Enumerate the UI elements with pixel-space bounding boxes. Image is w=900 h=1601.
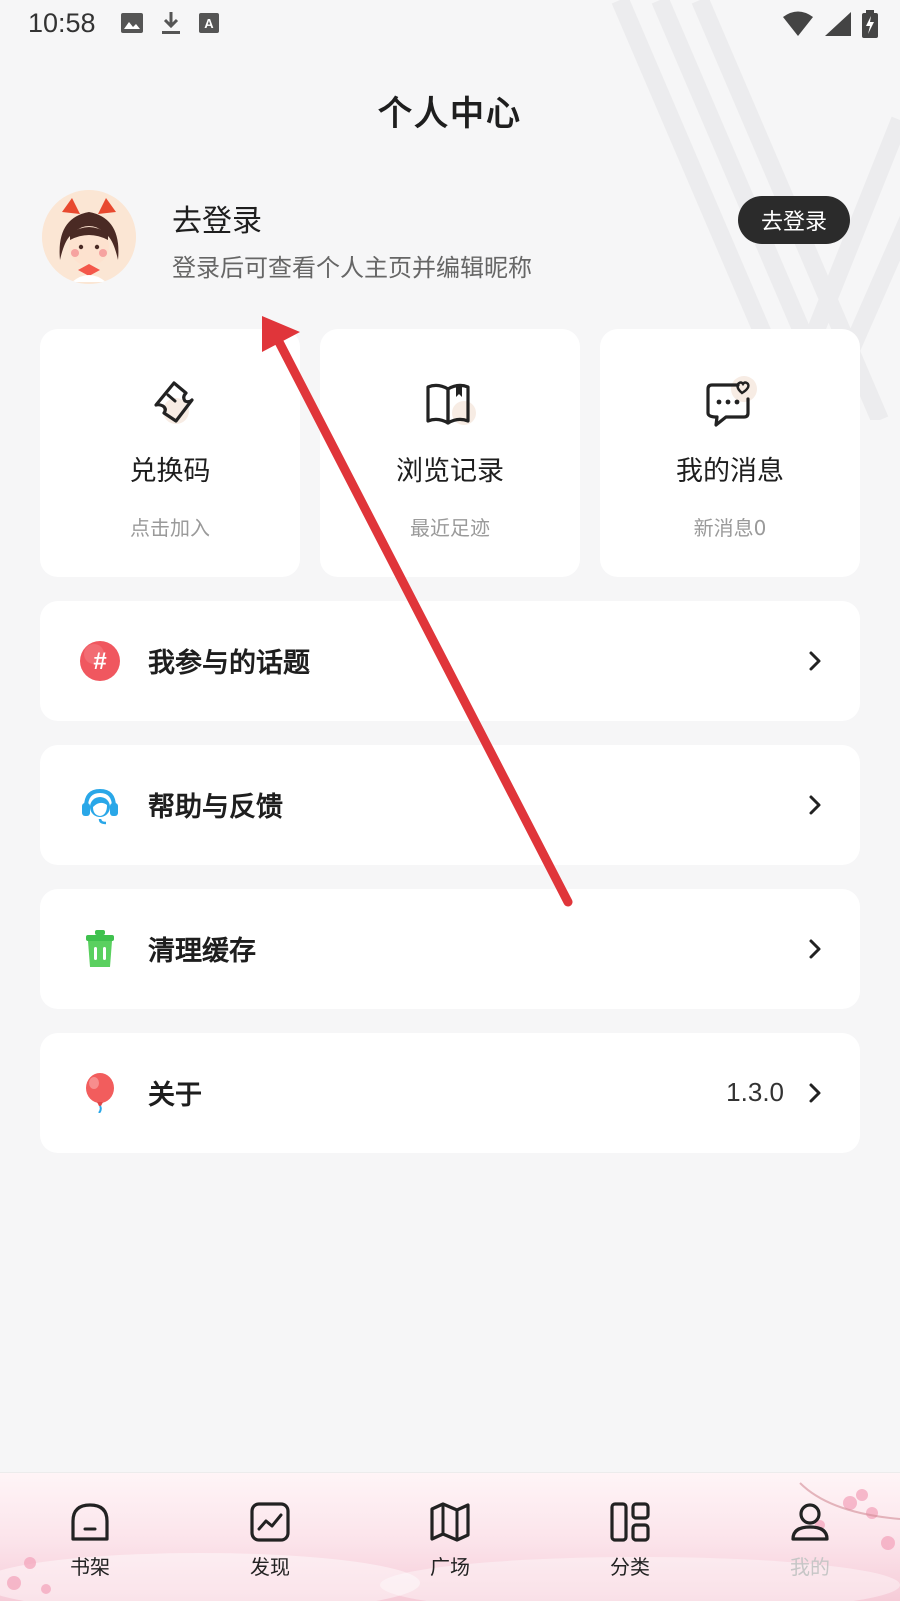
card-title: 浏览记录 bbox=[396, 456, 504, 487]
trend-icon bbox=[250, 1502, 290, 1542]
wifi-icon bbox=[783, 11, 813, 36]
hashtag-icon: # bbox=[80, 641, 120, 681]
category-icon bbox=[610, 1502, 650, 1542]
menu-row-my-topics[interactable]: # 我参与的话题 bbox=[40, 601, 860, 721]
card-subtitle: 点击加入 bbox=[130, 516, 210, 540]
nav-label: 书架 bbox=[70, 1555, 110, 1579]
status-time: 10:58 bbox=[28, 8, 96, 38]
map-icon bbox=[430, 1502, 470, 1542]
user-icon bbox=[791, 1503, 829, 1541]
menu-row-about[interactable]: 关于 1.3.0 bbox=[40, 1033, 860, 1153]
nav-plaza[interactable]: 广场 bbox=[395, 1499, 505, 1589]
nav-label: 我的 bbox=[790, 1555, 830, 1579]
bookshelf-icon bbox=[71, 1503, 109, 1541]
battery-charging-icon bbox=[862, 10, 878, 38]
trash-icon bbox=[86, 930, 114, 967]
chevron-right-icon bbox=[809, 1083, 821, 1103]
menu-row-help-feedback[interactable]: 帮助与反馈 bbox=[40, 745, 860, 865]
signal-icon bbox=[825, 12, 851, 36]
card-my-messages[interactable]: 我的消息 新消息0 bbox=[600, 329, 860, 577]
nav-label: 广场 bbox=[430, 1555, 470, 1579]
menu-row-clear-cache[interactable]: 清理缓存 bbox=[40, 889, 860, 1009]
card-subtitle: 最近足迹 bbox=[410, 516, 490, 540]
card-browse-history[interactable]: 浏览记录 最近足迹 bbox=[320, 329, 580, 577]
login-button[interactable]: 去登录 bbox=[738, 196, 850, 244]
message-heart-icon bbox=[706, 376, 757, 427]
text-icon: A bbox=[199, 13, 219, 33]
chevron-right-icon bbox=[809, 795, 821, 815]
menu-row-label: 我参与的话题 bbox=[148, 648, 310, 679]
chevron-right-icon bbox=[809, 939, 821, 959]
svg-text:#: # bbox=[93, 648, 106, 675]
avatar[interactable] bbox=[42, 190, 136, 284]
headset-icon bbox=[82, 788, 118, 825]
nav-category[interactable]: 分类 bbox=[575, 1499, 685, 1589]
card-redeem-code[interactable]: 兑换码 点击加入 bbox=[40, 329, 300, 577]
card-subtitle: 新消息0 bbox=[693, 516, 767, 540]
image-icon bbox=[121, 13, 143, 33]
download-icon bbox=[162, 12, 180, 34]
balloon-icon bbox=[86, 1073, 114, 1113]
menu-row-label: 关于 bbox=[148, 1080, 202, 1111]
book-icon bbox=[426, 383, 476, 425]
bottom-navigation: 书架 发现 广场 分类 我的 bbox=[0, 1472, 900, 1601]
nav-bookshelf[interactable]: 书架 bbox=[35, 1499, 145, 1589]
nav-mine[interactable]: 我的 bbox=[755, 1499, 865, 1589]
nav-label: 分类 bbox=[610, 1555, 650, 1579]
card-title: 我的消息 bbox=[676, 456, 784, 487]
profile-name[interactable]: 去登录 bbox=[172, 196, 262, 240]
card-title: 兑换码 bbox=[129, 456, 211, 487]
avatar-illustration bbox=[42, 190, 136, 284]
app-version: 1.3.0 bbox=[726, 1077, 784, 1107]
nav-discover[interactable]: 发现 bbox=[215, 1499, 325, 1589]
nav-label: 发现 bbox=[250, 1555, 290, 1579]
menu-row-label: 清理缓存 bbox=[148, 936, 256, 967]
page-title: 个人中心 bbox=[378, 94, 522, 134]
ticket-icon bbox=[154, 381, 194, 424]
chevron-right-icon bbox=[809, 651, 821, 671]
status-bar: 10:58 A bbox=[0, 0, 900, 52]
profile-subtitle: 登录后可查看个人主页并编辑昵称 bbox=[172, 254, 532, 282]
svg-text:A: A bbox=[204, 16, 214, 31]
menu-row-label: 帮助与反馈 bbox=[148, 792, 283, 823]
